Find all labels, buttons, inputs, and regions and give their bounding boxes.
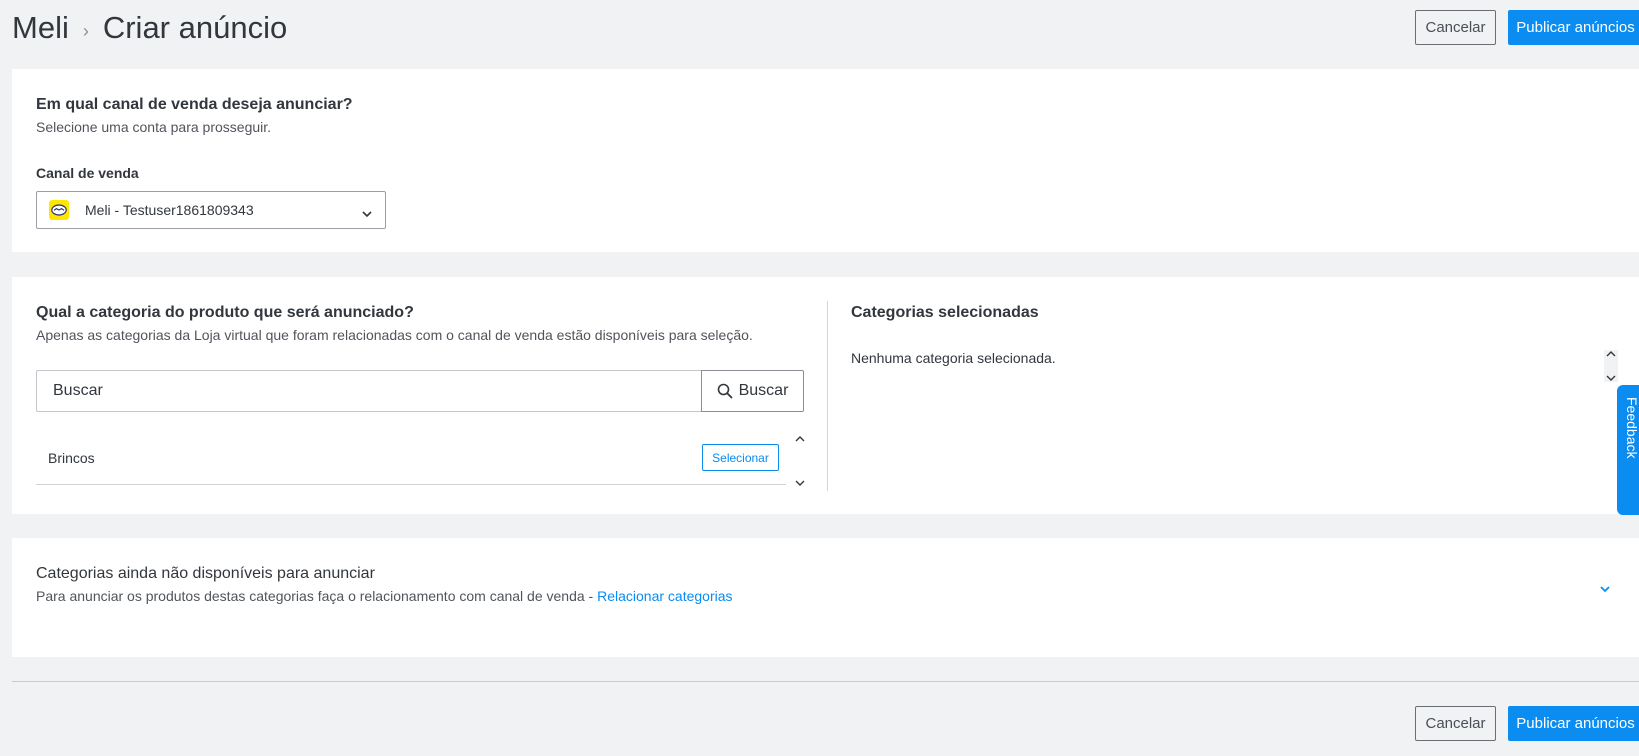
- column-divider: [827, 301, 828, 491]
- category-search: Buscar: [36, 370, 804, 412]
- sales-channel-value: Meli - Testuser1861809343: [85, 202, 254, 218]
- feedback-label: Feedback: [1624, 397, 1639, 459]
- sales-channel-select[interactable]: Meli - Testuser1861809343: [36, 191, 386, 229]
- chevron-down-icon[interactable]: [1599, 580, 1611, 598]
- publish-button-bottom[interactable]: Publicar anúncios: [1508, 706, 1639, 741]
- channel-field-label: Canal de venda: [36, 165, 139, 181]
- relate-categories-link[interactable]: Relacionar categorias: [597, 588, 732, 604]
- mercadolivre-handshake-icon: [49, 200, 69, 220]
- selected-categories-title: Categorias selecionadas: [851, 304, 1039, 321]
- category-section-subtitle: Apenas as categorias da Loja virtual que…: [36, 327, 753, 343]
- scroll-down-icon[interactable]: [1606, 375, 1616, 382]
- category-card: Qual a categoria do produto que será anu…: [12, 277, 1639, 514]
- scroll-up-icon[interactable]: [795, 435, 805, 442]
- sales-channel-card: Em qual canal de venda deseja anunciar? …: [12, 69, 1639, 252]
- cancel-button-bottom[interactable]: Cancelar: [1415, 706, 1496, 741]
- page-header: Meli › Criar anúncio: [12, 8, 1639, 48]
- selected-categories-empty: Nenhuma categoria selecionada.: [851, 350, 1056, 366]
- channel-section-subtitle: Selecione uma conta para prosseguir.: [36, 119, 272, 135]
- category-list-item: Brincos Selecionar: [36, 432, 786, 485]
- chevron-down-icon: [361, 205, 373, 223]
- unavailable-description-text: Para anunciar os produtos destas categor…: [36, 588, 594, 604]
- category-list-scrollbar[interactable]: [793, 435, 807, 487]
- cancel-button-top[interactable]: Cancelar: [1415, 10, 1496, 45]
- unavailable-section-title-text: Categorias ainda não disponíveis para an…: [36, 565, 375, 582]
- channel-section-title: Em qual canal de venda deseja anunciar?: [36, 96, 353, 113]
- feedback-tab[interactable]: Feedback: [1617, 385, 1639, 515]
- search-icon: [717, 383, 732, 399]
- publish-button-top[interactable]: Publicar anúncios: [1508, 10, 1639, 45]
- unavailable-section-description: Para anunciar os produtos destas categor…: [36, 588, 733, 604]
- breadcrumb-root[interactable]: Meli: [12, 10, 69, 46]
- category-search-input[interactable]: [36, 370, 701, 412]
- category-search-button[interactable]: Buscar: [701, 370, 804, 412]
- breadcrumb-separator-icon: ›: [82, 20, 89, 41]
- selected-list-scrollbar[interactable]: [1604, 350, 1618, 382]
- category-name: Brincos: [48, 450, 95, 466]
- scroll-down-icon[interactable]: [795, 480, 805, 487]
- unavailable-categories-card: Categorias ainda não disponíveis para an…: [12, 538, 1639, 657]
- page: Meli › Criar anúncio Cancelar Publicar a…: [0, 0, 1639, 756]
- category-section-title: Qual a categoria do produto que será anu…: [36, 304, 414, 321]
- breadcrumb: Meli › Criar anúncio: [12, 10, 287, 46]
- select-category-button[interactable]: Selecionar: [702, 444, 779, 471]
- category-search-button-label: Buscar: [738, 382, 789, 399]
- unavailable-section-title: Categorias ainda não disponíveis para an…: [36, 565, 375, 583]
- footer-divider: [12, 681, 1639, 682]
- scroll-up-icon[interactable]: [1606, 350, 1616, 357]
- page-title: Criar anúncio: [102, 10, 288, 45]
